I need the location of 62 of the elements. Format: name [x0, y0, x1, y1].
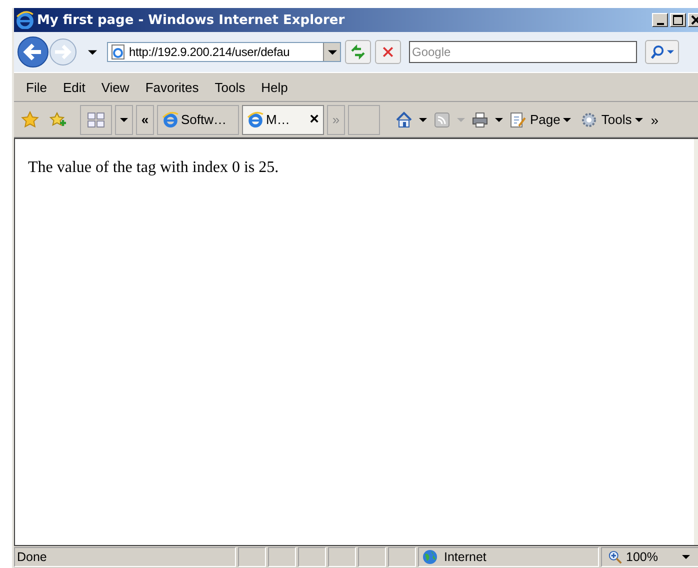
- maximize-icon: [672, 14, 684, 26]
- page-edit-icon: [509, 110, 527, 128]
- dropdown-arrow-icon: [634, 118, 643, 122]
- page-icon: [110, 44, 126, 60]
- status-bar-panel: [298, 547, 326, 567]
- status-bar-panel: [358, 547, 386, 567]
- browser-tab[interactable]: Softw…: [157, 104, 239, 134]
- dropdown-arrow-icon: [328, 50, 336, 54]
- gear-icon: [580, 110, 598, 128]
- menu-item[interactable]: File: [18, 80, 55, 94]
- status-bar-panel: [388, 547, 416, 567]
- zoom-button[interactable]: 100%: [601, 547, 698, 567]
- command-button[interactable]: Tools: [577, 110, 646, 128]
- tab-list-button[interactable]: [115, 104, 133, 134]
- add-star-icon[interactable]: [48, 110, 66, 128]
- search-button[interactable]: [645, 40, 679, 64]
- status-bar-panel: [268, 547, 296, 567]
- minimize-icon: [656, 22, 664, 24]
- window-title: My first page - Windows Internet Explorer: [37, 12, 346, 28]
- search-icon: [650, 44, 665, 60]
- scroll-tabs-left-button[interactable]: «: [136, 104, 154, 134]
- status-text: Done: [14, 547, 236, 567]
- more-commands-button[interactable]: »: [650, 112, 659, 128]
- page-text: The value of the tag with index 0 is 25.: [28, 159, 280, 177]
- home-icon[interactable]: [395, 110, 413, 128]
- menu-item[interactable]: Help: [253, 80, 296, 94]
- menu-item[interactable]: View: [93, 80, 138, 94]
- dropdown-arrow-icon: [563, 118, 572, 122]
- dropdown-arrow-icon: [682, 555, 690, 559]
- dropdown-arrow-icon[interactable]: [419, 118, 427, 122]
- menu-item[interactable]: Edit: [54, 80, 94, 94]
- feed-icon[interactable]: [433, 110, 451, 128]
- zoom-icon: [608, 550, 623, 564]
- refresh-arrows-icon: [350, 44, 366, 60]
- browser-tab[interactable]: M… ×: [242, 104, 324, 134]
- page-icon: [162, 111, 179, 128]
- status-bar-panel: [328, 547, 356, 567]
- command-button[interactable]: Page: [506, 110, 574, 128]
- stop-button[interactable]: [375, 40, 401, 64]
- security-zone: Internet: [418, 547, 599, 567]
- menu-item[interactable]: Tools: [206, 80, 254, 94]
- page-icon: [247, 111, 264, 128]
- close-tab-button[interactable]: ×: [310, 110, 319, 128]
- printer-icon[interactable]: [471, 110, 489, 128]
- globe-icon: [422, 549, 438, 565]
- address-dropdown-button[interactable]: [323, 43, 340, 61]
- refresh-button[interactable]: [345, 40, 371, 64]
- menu-item[interactable]: Favorites: [137, 80, 207, 94]
- status-bar-panel: [238, 547, 266, 567]
- stop-icon: [381, 45, 395, 59]
- dropdown-arrow-icon[interactable]: [495, 118, 503, 122]
- browser-logo-icon: [16, 11, 34, 29]
- dropdown-arrow-icon: [667, 50, 674, 54]
- grid-icon: [87, 112, 105, 128]
- maximize-button[interactable]: [670, 13, 686, 27]
- dropdown-arrow-icon: [120, 118, 128, 122]
- dropdown-arrow-icon[interactable]: [88, 50, 97, 54]
- back-button[interactable]: [16, 35, 50, 69]
- minimize-button[interactable]: [652, 13, 668, 27]
- address-field[interactable]: http://192.9.200.214/user/defau: [107, 42, 341, 62]
- star-icon[interactable]: [21, 110, 39, 128]
- search-field[interactable]: Google: [409, 41, 637, 63]
